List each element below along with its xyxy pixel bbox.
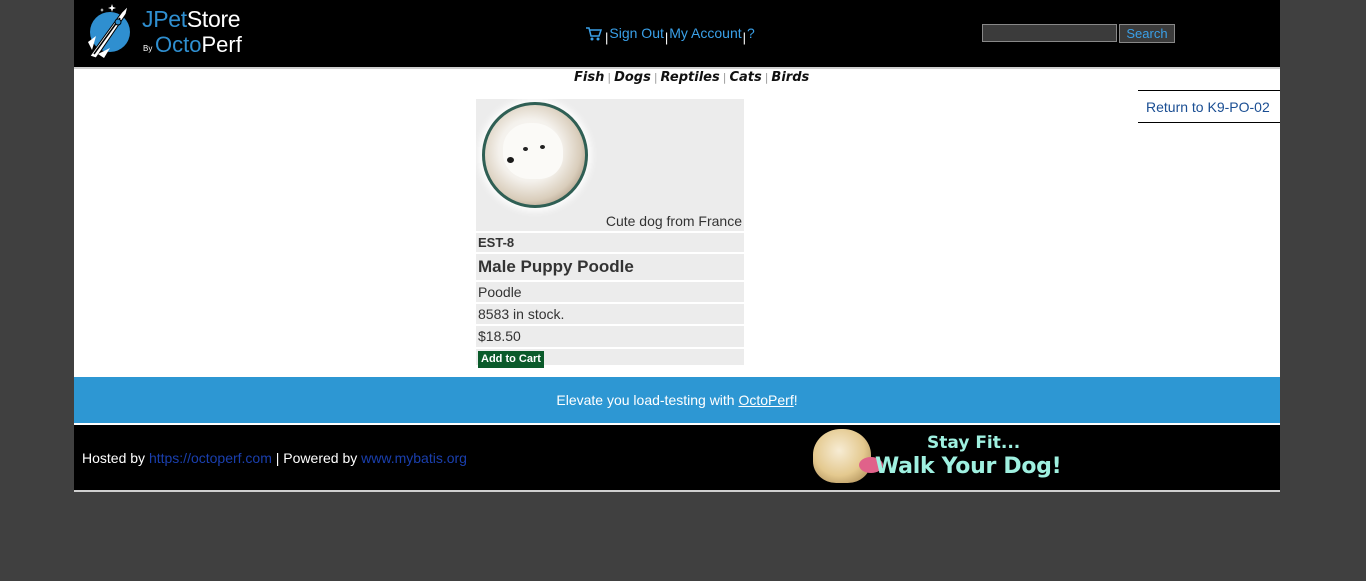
- brand-perf: Perf: [201, 32, 242, 57]
- brand-octo: Octo: [155, 32, 202, 57]
- banner-exclamation: !: [793, 392, 798, 408]
- item-image-cell: Cute dog from France: [476, 99, 744, 233]
- banner-octoperf-link[interactable]: OctoPerf: [738, 392, 793, 408]
- item-price: $18.50: [476, 326, 744, 349]
- powered-by-text: | Powered by: [271, 450, 362, 466]
- search-button[interactable]: Search: [1119, 24, 1175, 43]
- dog-head: [503, 123, 563, 179]
- quicklink-fish[interactable]: Fish: [574, 70, 604, 85]
- return-to-product-link[interactable]: Return to K9-PO-02: [1146, 99, 1270, 115]
- back-link-box: Return to K9-PO-02: [1138, 90, 1280, 123]
- catalog-item: Cute dog from France EST-8 Male Puppy Po…: [476, 99, 744, 368]
- category-quicklinks: Fish | Dogs | Reptiles | Cats | Birds: [574, 70, 809, 85]
- promo-banner: Elevate you load-testing with OctoPerf!: [74, 377, 1280, 423]
- dog-eye: [523, 147, 528, 151]
- cart-icon: [586, 27, 602, 41]
- menu-separator: |: [742, 30, 747, 45]
- brand-store: Store: [186, 6, 241, 32]
- quicklink-reptiles[interactable]: Reptiles: [661, 70, 720, 85]
- walk-your-dog-banner: Stay Fit... Walk Your Dog!: [809, 427, 1074, 485]
- footer-credits: Hosted by https://octoperf.com | Powered…: [82, 450, 467, 466]
- mybatis-link[interactable]: www.mybatis.org: [361, 450, 467, 466]
- puppy-image: [813, 429, 871, 483]
- add-to-cart-button[interactable]: Add to Cart: [478, 351, 544, 368]
- brand-jpet: JPet: [142, 6, 187, 32]
- header: JPetStore By OctoPerf |Sign Out|My Accou…: [74, 0, 1280, 69]
- cart-link[interactable]: [586, 25, 604, 41]
- rocket-icon: [88, 4, 130, 59]
- item-caption: Cute dog from France: [605, 213, 742, 229]
- header-menu: |Sign Out|My Account|?: [586, 24, 755, 45]
- sign-out-link[interactable]: Sign Out: [609, 25, 663, 41]
- dog-nose: [507, 157, 514, 163]
- dog-image: [482, 102, 588, 208]
- item-name: Male Puppy Poodle: [476, 254, 744, 282]
- item-stock: 8583 in stock.: [476, 304, 744, 326]
- my-account-link[interactable]: My Account: [669, 25, 741, 41]
- help-link[interactable]: ?: [747, 25, 755, 41]
- item-id: EST-8: [476, 233, 744, 254]
- footer: Hosted by https://octoperf.com | Powered…: [74, 425, 1280, 492]
- quicklink-separator: |: [722, 71, 727, 84]
- brand-octoperf: OctoPerf: [155, 32, 242, 58]
- dog-eye: [540, 145, 545, 149]
- add-to-cart-row: Add to Cart: [476, 349, 744, 368]
- search-form: Search: [982, 24, 1175, 43]
- quicklink-separator: |: [764, 71, 769, 84]
- hosted-by-text: Hosted by: [82, 450, 149, 466]
- ad-line-2: Walk Your Dog!: [875, 454, 1062, 479]
- brand-by: By: [143, 44, 153, 53]
- page-container: JPetStore By OctoPerf |Sign Out|My Accou…: [74, 0, 1280, 492]
- menu-separator: |: [605, 30, 609, 45]
- menu-separator: |: [664, 30, 669, 45]
- octoperf-link[interactable]: https://octoperf.com: [149, 450, 272, 466]
- banner-text: Elevate you load-testing with: [556, 392, 739, 408]
- quicklink-cats[interactable]: Cats: [729, 70, 761, 85]
- quicklink-dogs[interactable]: Dogs: [614, 70, 651, 85]
- logo[interactable]: JPetStore By OctoPerf: [82, 2, 262, 64]
- quicklink-birds[interactable]: Birds: [771, 70, 809, 85]
- search-input[interactable]: [982, 24, 1117, 42]
- quicklink-separator: |: [607, 71, 612, 84]
- quicklink-separator: |: [653, 71, 658, 84]
- ad-line-1: Stay Fit...: [927, 433, 1021, 453]
- item-attribute: Poodle: [476, 282, 744, 304]
- brand-name: JPetStore: [142, 6, 241, 33]
